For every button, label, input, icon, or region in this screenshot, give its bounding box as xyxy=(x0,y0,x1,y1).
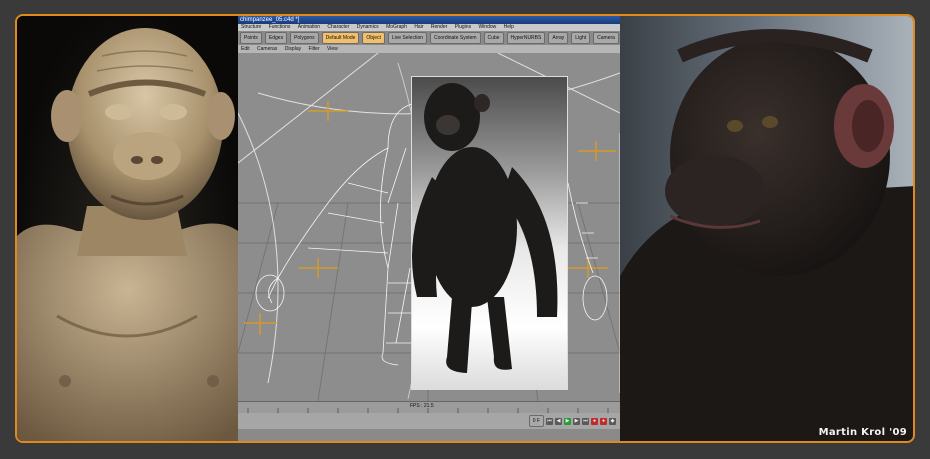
record-icon[interactable]: ● xyxy=(591,417,598,425)
menu-bar: Structure Functions Animation Character … xyxy=(238,24,620,31)
viewport-menu-edit[interactable]: Edit xyxy=(241,46,250,52)
step-forward-icon[interactable]: ▶ xyxy=(573,417,580,425)
playback-controls: 0 F ⏮ ◀ ▶ ▶ ⏭ ● ● ◆ xyxy=(238,413,620,429)
window-title: chimpanzee_05.c4d *] xyxy=(238,16,620,24)
viewport-menu-display[interactable]: Display xyxy=(285,46,301,52)
menu-functions[interactable]: Functions xyxy=(269,24,291,30)
menu-plugins[interactable]: Plugins xyxy=(455,24,471,30)
menu-render[interactable]: Render xyxy=(431,24,447,30)
menu-structure[interactable]: Structure xyxy=(241,24,261,30)
array-button[interactable]: Array xyxy=(548,32,569,44)
keyframe-icon[interactable]: ◆ xyxy=(609,417,616,425)
furry-chimp-render xyxy=(412,83,558,373)
wireframe-chimp xyxy=(255,102,417,366)
sculpt-render-panel xyxy=(17,16,238,441)
wireframe-right-arm xyxy=(567,182,608,321)
menu-mograph[interactable]: MoGraph xyxy=(386,24,407,30)
menu-help[interactable]: Help xyxy=(504,24,514,30)
image-frame: chimpanzee_05.c4d *] Structure Functions… xyxy=(15,14,915,443)
clay-chimp-bust xyxy=(17,28,238,441)
frame-field[interactable]: 0 F xyxy=(528,415,544,427)
menu-character[interactable]: Character xyxy=(327,24,349,30)
fps-readout: FPS : 21.5 xyxy=(410,403,434,409)
autokey-icon[interactable]: ● xyxy=(600,417,607,425)
light-button[interactable]: Light xyxy=(571,32,591,44)
live-selection-button[interactable]: Live Selection xyxy=(387,32,428,44)
menu-window[interactable]: Window xyxy=(478,24,496,30)
menu-animation[interactable]: Animation xyxy=(298,24,320,30)
points-mode-button[interactable]: Points xyxy=(240,32,262,44)
camera-button[interactable]: Camera xyxy=(593,32,619,44)
edges-mode-button[interactable]: Edges xyxy=(264,32,288,44)
furry-chimp-closeup xyxy=(620,29,913,441)
menu-dynamics[interactable]: Dynamics xyxy=(357,24,379,30)
3d-app-window: chimpanzee_05.c4d *] Structure Functions… xyxy=(238,16,620,441)
main-toolbar: Points Edges Polygons Default Mode Objec… xyxy=(238,31,620,45)
viewport-menu: Edit Cameras Display Filter View xyxy=(238,45,620,53)
menu-hair[interactable]: Hair xyxy=(414,24,423,30)
default-mode-button[interactable]: Default Mode xyxy=(321,32,360,44)
3d-viewport[interactable] xyxy=(238,53,620,401)
coordinate-system-button[interactable]: Coordinate System xyxy=(430,32,481,44)
final-render-panel xyxy=(620,16,913,441)
object-mode-button[interactable]: Object xyxy=(362,32,385,44)
step-back-icon[interactable]: ◀ xyxy=(555,417,562,425)
viewport-menu-filter[interactable]: Filter xyxy=(309,46,320,52)
render-preview xyxy=(411,76,568,390)
go-to-start-icon[interactable]: ⏮ xyxy=(546,417,553,425)
play-icon[interactable]: ▶ xyxy=(564,417,571,425)
cube-button[interactable]: Cube xyxy=(483,32,504,44)
go-to-end-icon[interactable]: ⏭ xyxy=(582,417,589,425)
viewport-menu-cameras[interactable]: Cameras xyxy=(257,46,277,52)
hypernurbs-button[interactable]: HyperNURBS xyxy=(506,32,546,44)
artist-credit: Martin Krol '09 xyxy=(818,427,907,438)
status-bar xyxy=(238,429,620,441)
viewport-menu-view[interactable]: View xyxy=(327,46,338,52)
polygons-mode-button[interactable]: Polygons xyxy=(290,32,319,44)
